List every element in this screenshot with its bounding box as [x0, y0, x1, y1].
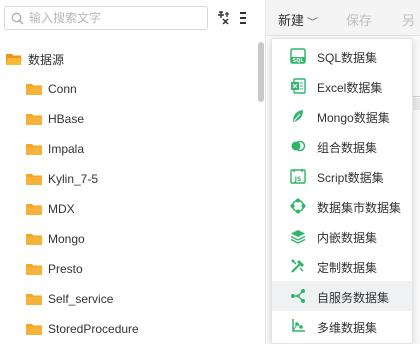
- tree-item-label: HBase: [48, 112, 85, 126]
- svg-text:JS: JS: [294, 176, 302, 183]
- save-as-button[interactable]: 另: [402, 10, 415, 29]
- tree-item[interactable]: Presto: [26, 254, 83, 284]
- svg-text:SQL: SQL: [292, 58, 304, 64]
- more-menu-icon[interactable]: [238, 10, 248, 26]
- menu-item-mongo-dataset[interactable]: Mongo数据集: [272, 101, 412, 131]
- tree-item-label: MDX: [48, 202, 75, 216]
- folder-icon: [26, 263, 42, 275]
- folder-icon: [26, 233, 42, 245]
- locate-icon[interactable]: [216, 10, 230, 26]
- dataset-tree-panel: 数据源 Conn HBase Impala Kylin_7-5 MDX Mong…: [0, 0, 266, 344]
- menu-item-label: 数据集市数据集: [317, 201, 402, 215]
- new-button-label: 新建: [278, 13, 305, 28]
- menu-item-label: 组合数据集: [317, 141, 378, 155]
- menu-item-label: Mongo数据集: [317, 111, 390, 125]
- folder-icon: [26, 113, 42, 125]
- chevron-down-icon: ﹀: [306, 17, 319, 27]
- search-box[interactable]: [4, 6, 208, 30]
- folder-icon: [26, 143, 42, 155]
- menu-item-label: 内嵌数据集: [317, 231, 378, 245]
- tree-item-label: Kylin_7-5: [48, 172, 99, 186]
- menu-item-label: Excel数据集: [317, 81, 383, 95]
- tree-root-label: 数据源: [28, 52, 65, 67]
- folder-icon: [26, 83, 42, 95]
- tree-item-label: Impala: [48, 142, 85, 156]
- tree-item[interactable]: Kylin_7-5: [26, 164, 98, 194]
- new-button[interactable]: 新建 ﹀: [278, 10, 319, 29]
- menu-item-combined-dataset[interactable]: 组合数据集: [272, 131, 412, 161]
- search-icon: [11, 12, 24, 25]
- menu-item-label: 定制数据集: [317, 261, 378, 275]
- menu-item-label: SQL数据集: [317, 51, 378, 65]
- tree-item-label: Mongo: [48, 232, 85, 246]
- menu-item-datamart-dataset[interactable]: 数据集市数据集: [272, 191, 412, 221]
- script-icon: JS: [290, 169, 306, 184]
- menu-item-label: Script数据集: [317, 171, 384, 185]
- tree-item[interactable]: Self_service: [26, 284, 113, 314]
- menu-item-script-dataset[interactable]: JS Script数据集: [272, 161, 412, 191]
- olap-icon: [292, 319, 305, 332]
- tree-item[interactable]: Conn: [26, 74, 77, 104]
- embedded-icon: [290, 230, 306, 244]
- folder-icon: [26, 323, 42, 335]
- tree-scrollbar-thumb[interactable]: [258, 42, 264, 102]
- tree-item-label: Presto: [48, 262, 83, 276]
- tree-item-label: Self_service: [48, 292, 114, 306]
- menu-item-label: 多维数据集: [317, 321, 378, 335]
- menu-item-custom-dataset[interactable]: 定制数据集: [272, 251, 412, 281]
- tree-item[interactable]: Mongo: [26, 224, 85, 254]
- tree-item[interactable]: StoredProcedure: [26, 314, 139, 344]
- dataset-toolbar: 新建 ﹀ 保存 另: [266, 0, 420, 36]
- tree-item-label: Conn: [48, 82, 77, 96]
- search-input[interactable]: [29, 9, 199, 27]
- menu-item-self-service-dataset[interactable]: 自服务数据集: [272, 281, 412, 311]
- menu-item-label: 自服务数据集: [317, 291, 390, 305]
- search-row: [0, 0, 266, 36]
- menu-item-excel-dataset[interactable]: Excel数据集: [272, 71, 412, 101]
- sql-icon: SQL: [290, 48, 306, 64]
- self-service-icon: [291, 289, 305, 303]
- folder-icon: [26, 203, 42, 215]
- datamart-icon: [290, 198, 306, 214]
- tree-item[interactable]: HBase: [26, 104, 84, 134]
- excel-icon: [291, 78, 306, 94]
- menu-item-olap-dataset[interactable]: 多维数据集: [272, 311, 412, 341]
- tree-root-datasource[interactable]: 数据源: [6, 44, 64, 74]
- menu-item-embedded-dataset[interactable]: 内嵌数据集: [272, 221, 412, 251]
- menu-item-sql-dataset[interactable]: SQL SQL数据集: [272, 41, 412, 71]
- tree-item[interactable]: Impala: [26, 134, 84, 164]
- mongo-leaf-icon: [293, 110, 303, 122]
- folder-icon: [26, 173, 42, 185]
- custom-icon: [291, 259, 304, 273]
- tree-item-label: StoredProcedure: [48, 322, 139, 336]
- tree-item[interactable]: MDX: [26, 194, 75, 224]
- combine-icon: [291, 140, 306, 152]
- folder-open-icon: [6, 53, 22, 65]
- folder-icon: [26, 293, 42, 305]
- save-button[interactable]: 保存: [346, 10, 372, 29]
- new-dataset-menu: SQL SQL数据集 Excel数据集 Mongo数据集 组合数据集 JS Sc…: [271, 38, 413, 344]
